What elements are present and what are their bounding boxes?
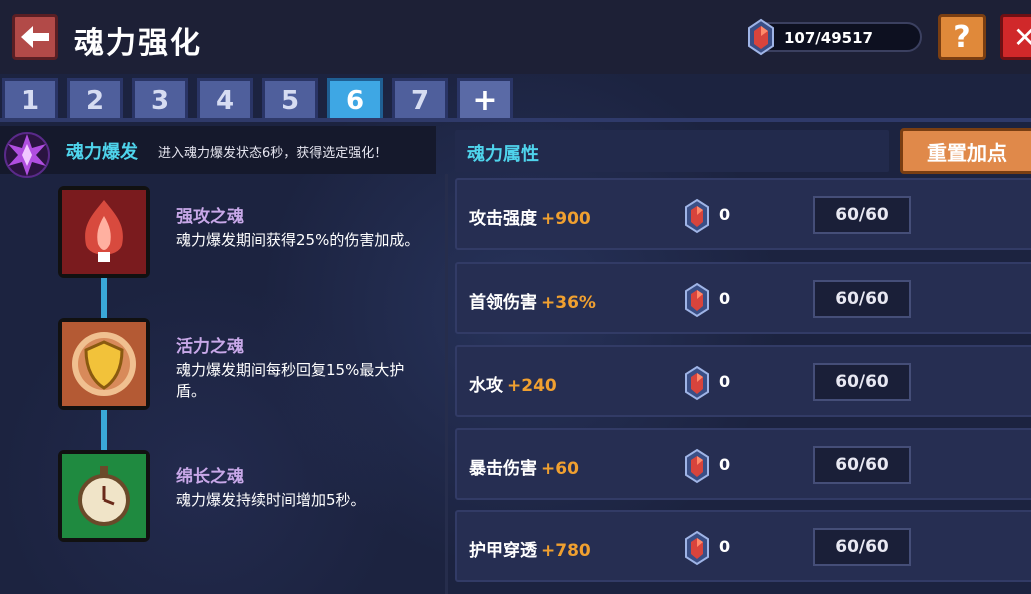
attribute-label: 水攻 <box>469 376 503 396</box>
attribute-level-box[interactable]: 60/60 <box>813 528 911 566</box>
soul-gem-icon <box>748 18 774 56</box>
skill-description: 魂力爆发期间每秒回复15%最大护盾。 <box>176 361 405 400</box>
soul-gem-icon <box>685 198 709 234</box>
attribute-bonus: +60 <box>541 459 579 479</box>
attribute-gem-count: 0 <box>719 372 731 391</box>
attribute-gem-count: 0 <box>719 289 731 308</box>
page-tabs: 1 2 3 4 5 6 7 + <box>2 78 513 120</box>
currency-value: 107/49517 <box>784 29 873 47</box>
attribute-bonus: +900 <box>541 209 591 229</box>
skill-connector <box>101 410 107 450</box>
attribute-gem-count: 0 <box>719 455 731 474</box>
attribute-row[interactable]: 水攻 +240 0 60/60 <box>455 345 1031 417</box>
soul-gem-icon <box>685 448 709 484</box>
attribute-level-box[interactable]: 60/60 <box>813 446 911 484</box>
soul-gem-icon <box>685 530 709 566</box>
attribute-gem-count: 0 <box>719 537 731 556</box>
panel-divider <box>445 174 448 594</box>
skill-name: 绵长之魂 <box>176 467 244 487</box>
attribute-label: 攻击强度 <box>469 209 537 229</box>
tab-5[interactable]: 5 <box>262 78 318 120</box>
attribute-label: 护甲穿透 <box>469 541 537 561</box>
tab-7[interactable]: 7 <box>392 78 448 120</box>
skill-description: 魂力爆发期间获得25%的伤害加成。 <box>176 231 420 249</box>
attribute-name: 攻击强度 +900 <box>469 204 591 229</box>
tab-bar-underline <box>0 118 1031 122</box>
attribute-label: 首领伤害 <box>469 293 537 313</box>
attribute-row[interactable]: 暴击伤害 +60 0 60/60 <box>455 428 1031 500</box>
attribute-name: 护甲穿透 +780 <box>469 536 591 561</box>
add-tab-button[interactable]: + <box>457 78 513 120</box>
tab-2[interactable]: 2 <box>67 78 123 120</box>
skill-description: 魂力爆发持续时间增加5秒。 <box>176 491 366 509</box>
reset-points-button[interactable]: 重置加点 <box>900 128 1031 174</box>
tab-6[interactable]: 6 <box>327 78 383 120</box>
attribute-bonus: +240 <box>507 376 557 396</box>
skill-connector <box>101 278 107 318</box>
green-clock-icon[interactable] <box>58 450 150 542</box>
attribute-name: 首领伤害 +36% <box>469 288 596 313</box>
soul-gem-icon <box>685 365 709 401</box>
attribute-level-box[interactable]: 60/60 <box>813 280 911 318</box>
attribute-bonus: +36% <box>541 293 596 313</box>
back-arrow-icon <box>21 26 49 48</box>
soul-burst-description: 进入魂力爆发状态6秒，获得选定强化！ <box>158 146 388 161</box>
tab-4[interactable]: 4 <box>197 78 253 120</box>
attribute-gem-count: 0 <box>719 205 731 224</box>
red-flame-icon[interactable] <box>58 186 150 278</box>
page-title: 魂力强化 <box>74 26 202 61</box>
tab-3[interactable]: 3 <box>132 78 188 120</box>
skill-name: 强攻之魂 <box>176 207 244 227</box>
soul-burst-icon <box>4 132 50 178</box>
attribute-row[interactable]: 攻击强度 +900 0 60/60 <box>455 178 1031 250</box>
attributes-header: 魂力属性 <box>455 130 889 172</box>
attribute-label: 暴击伤害 <box>469 459 537 479</box>
attributes-title: 魂力属性 <box>467 144 539 165</box>
attribute-name: 暴击伤害 +60 <box>469 454 579 479</box>
soul-currency-counter: 107/49517 <box>748 18 922 56</box>
help-button[interactable]: ? <box>938 14 986 60</box>
close-button[interactable]: ✕ <box>1000 14 1031 60</box>
soul-gem-icon <box>685 282 709 318</box>
skill-name: 活力之魂 <box>176 337 244 357</box>
attribute-level-box[interactable]: 60/60 <box>813 196 911 234</box>
attribute-row[interactable]: 首领伤害 +36% 0 60/60 <box>455 262 1031 334</box>
attribute-level-box[interactable]: 60/60 <box>813 363 911 401</box>
gold-shield-icon[interactable] <box>58 318 150 410</box>
tab-1[interactable]: 1 <box>2 78 58 120</box>
attribute-row[interactable]: 护甲穿透 +780 0 60/60 <box>455 510 1031 582</box>
attribute-bonus: +780 <box>541 541 591 561</box>
attribute-name: 水攻 +240 <box>469 371 557 396</box>
back-button[interactable] <box>12 14 58 60</box>
soul-burst-title: 魂力爆发 <box>66 142 138 163</box>
